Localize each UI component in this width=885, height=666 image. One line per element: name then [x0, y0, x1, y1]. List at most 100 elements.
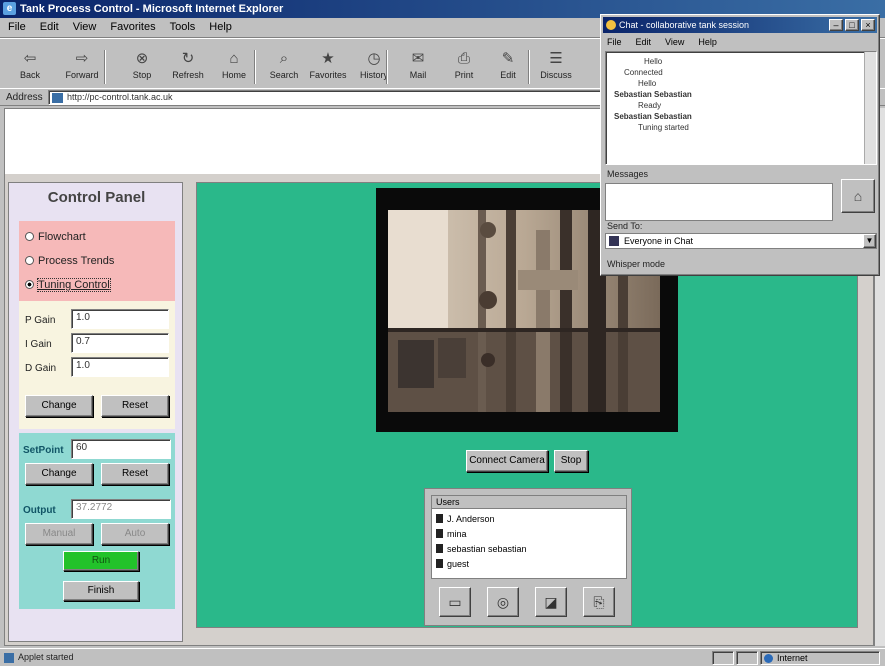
address-value: http://pc-control.tank.ac.uk: [67, 92, 173, 102]
file-transfer-button[interactable]: ⎘: [583, 587, 615, 617]
history-icon: ◷: [367, 50, 381, 67]
chat-menu-bar: File Edit View Help: [607, 35, 867, 49]
send-button[interactable]: ⌂: [841, 179, 875, 213]
mail-icon: ✉: [411, 50, 425, 67]
d-gain-input[interactable]: 1.0: [71, 357, 169, 377]
user-name: sebastian sebastian: [447, 544, 527, 554]
message-input[interactable]: [605, 183, 833, 221]
browser-title: Tank Process Control - Microsoft Interne…: [20, 3, 284, 15]
minimize-button[interactable]: –: [829, 19, 843, 31]
finish-button[interactable]: Finish: [63, 581, 139, 601]
control-panel: Control Panel Flowchart Process Trends T…: [8, 182, 183, 642]
user-list-item[interactable]: sebastian sebastian: [436, 544, 527, 554]
user-name: guest: [447, 559, 470, 569]
edit-icon: ✎: [501, 50, 515, 67]
close-button[interactable]: ×: [861, 19, 875, 31]
output-label: Output: [23, 505, 56, 516]
toolbar-stop-button[interactable]: ⊗ Stop: [120, 48, 164, 86]
globe-icon: [764, 654, 773, 663]
chat-menu-help[interactable]: Help: [698, 37, 717, 47]
chat-log-line: Ready: [638, 101, 662, 110]
setpoint-reset-button[interactable]: Reset: [101, 463, 169, 485]
toolbar-refresh-button[interactable]: ↻ Refresh: [166, 48, 210, 86]
toolbar-separator: [104, 50, 106, 84]
chat-log-line: Tuning started: [638, 123, 689, 132]
home-icon: ⌂: [229, 50, 239, 67]
setpoint-section: SetPoint 60 Change Reset Output 37.2772 …: [19, 433, 175, 609]
toolbar-edit-button[interactable]: ✎ Edit: [486, 48, 530, 86]
toolbar-discuss-button[interactable]: ☰ Discuss: [534, 48, 578, 86]
toolbar-label: Edit: [500, 70, 516, 80]
radio-flowchart[interactable]: Flowchart: [25, 231, 86, 243]
print-icon: ⎙: [457, 50, 470, 67]
back-arrow-icon: ⇦: [23, 50, 37, 67]
user-icon: [436, 529, 443, 538]
file-transfer-icon: ⎘: [593, 594, 605, 610]
setpoint-change-button[interactable]: Change: [25, 463, 93, 485]
gain-change-button[interactable]: Change: [25, 395, 93, 417]
camera-stop-button[interactable]: Stop: [554, 450, 588, 472]
search-icon: ⌕: [279, 50, 289, 67]
toolbar-search-button[interactable]: ⌕ Search: [262, 48, 306, 86]
user-icon: [436, 559, 443, 568]
manual-button[interactable]: Manual: [25, 523, 93, 545]
p-gain-label: P Gain: [25, 315, 56, 326]
whiteboard-button[interactable]: ◪: [535, 587, 567, 617]
menu-item-file[interactable]: File: [8, 21, 26, 33]
menu-item-tools[interactable]: Tools: [170, 21, 196, 33]
menu-item-favorites[interactable]: Favorites: [110, 21, 155, 33]
run-button[interactable]: Run: [63, 551, 139, 571]
maximize-button[interactable]: □: [845, 19, 859, 31]
toolbar-back-button[interactable]: ⇦ Back: [8, 48, 52, 86]
gain-reset-button[interactable]: Reset: [101, 395, 169, 417]
camera-button[interactable]: ◎: [487, 587, 519, 617]
toolbar-label: Refresh: [172, 70, 204, 80]
connect-camera-button[interactable]: Connect Camera: [466, 450, 548, 472]
chat-menu-file[interactable]: File: [607, 37, 622, 47]
chat-log-line: Hello: [644, 57, 663, 66]
toolbar-mail-button[interactable]: ✉ Mail: [396, 48, 440, 86]
status-text: Applet started: [18, 652, 74, 662]
chat-menu-edit[interactable]: Edit: [636, 37, 652, 47]
chat-button[interactable]: ▭: [439, 587, 471, 617]
i-gain-input[interactable]: 0.7: [71, 333, 169, 353]
setpoint-input[interactable]: 60: [71, 439, 171, 459]
toolbar-history-button[interactable]: ◷ History: [352, 48, 396, 86]
user-list-item[interactable]: mina: [436, 529, 467, 539]
menu-item-help[interactable]: Help: [209, 21, 232, 33]
control-panel-title: Control Panel: [47, 189, 146, 206]
radio-tuning-control[interactable]: Tuning Control: [25, 278, 111, 292]
p-gain-input[interactable]: 1.0: [71, 309, 169, 329]
gain-section: P Gain 1.0 I Gain 0.7 D Gain 1.0 Change …: [19, 301, 175, 429]
chat-log-scrollbar[interactable]: [864, 52, 876, 164]
users-list[interactable]: Users J. Anderson mina sebastian sebastian…: [431, 495, 627, 579]
status-panel-2: [736, 651, 758, 665]
radio-process-trends[interactable]: Process Trends: [25, 255, 114, 267]
toolbar-favorites-button[interactable]: ★ Favorites: [306, 48, 350, 86]
toolbar-forward-button[interactable]: ⇨ Forward: [60, 48, 104, 86]
chat-log-line: Sebastian Sebastian: [614, 90, 692, 99]
chat-menu-view[interactable]: View: [665, 37, 684, 47]
refresh-icon: ↻: [181, 50, 195, 67]
menu-item-view[interactable]: View: [73, 21, 97, 33]
auto-button[interactable]: Auto: [101, 523, 169, 545]
status-page-icon: [4, 653, 14, 663]
send-to-select[interactable]: Everyone in Chat ▼: [605, 233, 877, 249]
whisper-label: Whisper mode: [607, 259, 666, 269]
send-icon: ⌂: [853, 188, 863, 204]
user-list-item[interactable]: J. Anderson: [436, 514, 495, 524]
chat-log: Hello Connected Hello Sebastian Sebastian Re…: [605, 51, 877, 165]
toolbar-separator: [254, 50, 256, 84]
menu-item-edit[interactable]: Edit: [40, 21, 59, 33]
messages-label: Messages: [607, 169, 649, 179]
toolbar-print-button[interactable]: ⎙ Print: [442, 48, 486, 86]
forward-arrow-icon: ⇨: [75, 50, 89, 67]
toolbar-home-button[interactable]: ⌂ Home: [212, 48, 256, 86]
user-list-item[interactable]: guest: [436, 559, 469, 569]
stop-icon: ⊗: [135, 50, 149, 67]
i-gain-label: I Gain: [25, 339, 52, 350]
status-panel-1: [712, 651, 734, 665]
address-input[interactable]: http://pc-control.tank.ac.uk: [48, 90, 608, 105]
chevron-down-icon[interactable]: ▼: [863, 234, 876, 248]
browser-menu-bar: File Edit View Favorites Tools Help: [0, 18, 600, 36]
